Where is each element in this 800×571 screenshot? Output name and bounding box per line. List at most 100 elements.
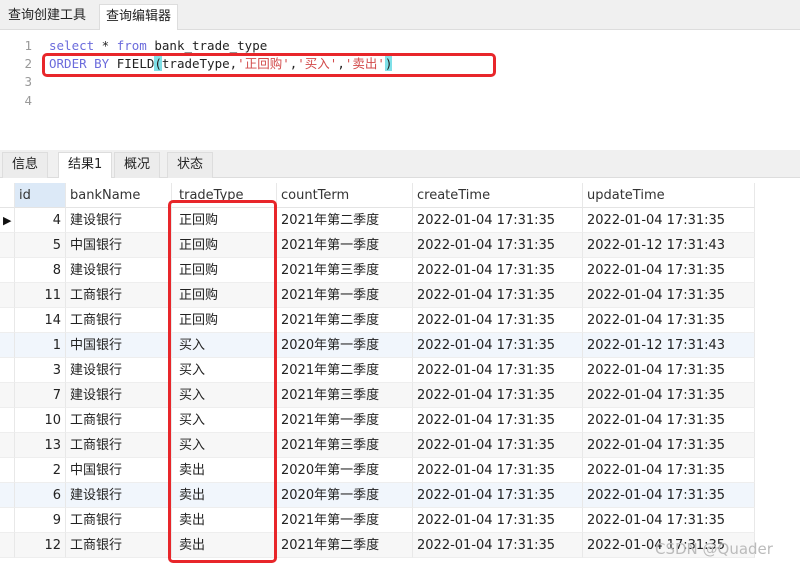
column-header-updatetime[interactable]: updateTime	[583, 183, 755, 208]
cell-countterm[interactable]: 2021年第二季度	[277, 358, 413, 383]
cell-countterm[interactable]: 2021年第一季度	[277, 408, 413, 433]
cell-id[interactable]: 7	[15, 383, 66, 408]
cell-bankname[interactable]: 建设银行	[66, 483, 172, 508]
cell-bankname[interactable]: 中国银行	[66, 333, 172, 358]
cell-createtime[interactable]: 2022-01-04 17:31:35	[413, 408, 583, 433]
tab-profile[interactable]: 概况	[114, 152, 161, 178]
cell-bankname[interactable]: 工商银行	[66, 408, 172, 433]
row-selector[interactable]	[0, 458, 15, 483]
cell-createtime[interactable]: 2022-01-04 17:31:35	[413, 433, 583, 458]
cell-bankname[interactable]: 建设银行	[66, 208, 172, 233]
cell-createtime[interactable]: 2022-01-04 17:31:35	[413, 233, 583, 258]
cell-createtime[interactable]: 2022-01-04 17:31:35	[413, 383, 583, 408]
table-row[interactable]: 14 工商银行 正回购 2021年第二季度 2022-01-04 17:31:35 202…	[0, 308, 755, 333]
table-row[interactable]: ▶ 4 建设银行 正回购 2021年第二季度 2022-01-04 17:31:35 202…	[0, 208, 755, 233]
cell-bankname[interactable]: 建设银行	[66, 358, 172, 383]
table-row[interactable]: 6 建设银行 卖出 2020年第一季度 2022-01-04 17:31:35 2022-…	[0, 483, 755, 508]
cell-createtime[interactable]: 2022-01-04 17:31:35	[413, 308, 583, 333]
cell-createtime[interactable]: 2022-01-04 17:31:35	[413, 258, 583, 283]
cell-bankname[interactable]: 工商银行	[66, 433, 172, 458]
row-selector[interactable]	[0, 408, 15, 433]
cell-id[interactable]: 3	[15, 358, 66, 383]
cell-createtime[interactable]: 2022-01-04 17:31:35	[413, 333, 583, 358]
cell-bankname[interactable]: 中国银行	[66, 233, 172, 258]
table-row[interactable]: 11 工商银行 正回购 2021年第一季度 2022-01-04 17:31:35 202…	[0, 283, 755, 308]
row-selector[interactable]	[0, 358, 15, 383]
table-row[interactable]: 12 工商银行 卖出 2021年第二季度 2022-01-04 17:31:35 2022…	[0, 533, 755, 558]
cell-id[interactable]: 1	[15, 333, 66, 358]
cell-updatetime[interactable]: 2022-01-04 17:31:35	[583, 358, 755, 383]
cell-bankname[interactable]: 工商银行	[66, 308, 172, 333]
row-selector[interactable]	[0, 258, 15, 283]
cell-id[interactable]: 10	[15, 408, 66, 433]
row-selector[interactable]	[0, 233, 15, 258]
cell-id[interactable]: 12	[15, 533, 66, 558]
table-row[interactable]: 5 中国银行 正回购 2021年第一季度 2022-01-04 17:31:35 2022…	[0, 233, 755, 258]
cell-updatetime[interactable]: 2022-01-04 17:31:35	[583, 508, 755, 533]
cell-updatetime[interactable]: 2022-01-12 17:31:43	[583, 333, 755, 358]
table-row[interactable]: 10 工商银行 买入 2021年第一季度 2022-01-04 17:31:35 2022…	[0, 408, 755, 433]
cell-updatetime[interactable]: 2022-01-04 17:31:35	[583, 308, 755, 333]
cell-countterm[interactable]: 2021年第三季度	[277, 383, 413, 408]
cell-id[interactable]: 11	[15, 283, 66, 308]
cell-updatetime[interactable]: 2022-01-04 17:31:35	[583, 283, 755, 308]
cell-id[interactable]: 14	[15, 308, 66, 333]
cell-countterm[interactable]: 2021年第三季度	[277, 258, 413, 283]
row-selector[interactable]	[0, 383, 15, 408]
table-row[interactable]: 3 建设银行 买入 2021年第二季度 2022-01-04 17:31:35 2022-…	[0, 358, 755, 383]
cell-countterm[interactable]: 2021年第二季度	[277, 308, 413, 333]
cell-bankname[interactable]: 建设银行	[66, 383, 172, 408]
row-selector[interactable]	[0, 283, 15, 308]
cell-countterm[interactable]: 2021年第一季度	[277, 283, 413, 308]
cell-id[interactable]: 9	[15, 508, 66, 533]
cell-createtime[interactable]: 2022-01-04 17:31:35	[413, 358, 583, 383]
tab-result1[interactable]: 结果1	[58, 152, 113, 178]
tab-query-builder[interactable]: 查询创建工具	[2, 4, 92, 30]
cell-createtime[interactable]: 2022-01-04 17:31:35	[413, 508, 583, 533]
cell-createtime[interactable]: 2022-01-04 17:31:35	[413, 483, 583, 508]
table-row[interactable]: 7 建设银行 买入 2021年第三季度 2022-01-04 17:31:35 2022-…	[0, 383, 755, 408]
row-selector[interactable]	[0, 483, 15, 508]
table-row[interactable]: 9 工商银行 卖出 2021年第一季度 2022-01-04 17:31:35 2022-…	[0, 508, 755, 533]
sql-editor[interactable]: 1 select * from bank_trade_type 2 ORDER BY…	[0, 30, 800, 148]
cell-countterm[interactable]: 2020年第一季度	[277, 458, 413, 483]
cell-bankname[interactable]: 中国银行	[66, 458, 172, 483]
cell-id[interactable]: 4	[15, 208, 66, 233]
cell-bankname[interactable]: 工商银行	[66, 283, 172, 308]
cell-createtime[interactable]: 2022-01-04 17:31:35	[413, 533, 583, 558]
cell-countterm[interactable]: 2021年第一季度	[277, 508, 413, 533]
row-selector[interactable]	[0, 308, 15, 333]
column-header-id[interactable]: id	[15, 183, 66, 208]
table-row[interactable]: 8 建设银行 正回购 2021年第三季度 2022-01-04 17:31:35 2022…	[0, 258, 755, 283]
cell-id[interactable]: 8	[15, 258, 66, 283]
cell-bankname[interactable]: 工商银行	[66, 508, 172, 533]
column-header-bankname[interactable]: bankName	[66, 183, 172, 208]
table-row[interactable]: 1 中国银行 买入 2020年第一季度 2022-01-04 17:31:35 2022-…	[0, 333, 755, 358]
cell-id[interactable]: 13	[15, 433, 66, 458]
cell-bankname[interactable]: 工商银行	[66, 533, 172, 558]
tab-status[interactable]: 状态	[167, 152, 214, 178]
cell-id[interactable]: 2	[15, 458, 66, 483]
cell-updatetime[interactable]: 2022-01-12 17:31:43	[583, 233, 755, 258]
cell-updatetime[interactable]: 2022-01-04 17:31:35	[583, 483, 755, 508]
cell-createtime[interactable]: 2022-01-04 17:31:35	[413, 458, 583, 483]
table-row[interactable]: 2 中国银行 卖出 2020年第一季度 2022-01-04 17:31:35 2022-…	[0, 458, 755, 483]
cell-countterm[interactable]: 2021年第三季度	[277, 433, 413, 458]
row-selector[interactable]	[0, 433, 15, 458]
cell-id[interactable]: 5	[15, 233, 66, 258]
tab-query-editor[interactable]: 查询编辑器	[99, 4, 179, 30]
cell-bankname[interactable]: 建设银行	[66, 258, 172, 283]
column-header-countterm[interactable]: countTerm	[277, 183, 413, 208]
row-selector[interactable]	[0, 508, 15, 533]
cell-id[interactable]: 6	[15, 483, 66, 508]
cell-updatetime[interactable]: 2022-01-04 17:31:35	[583, 383, 755, 408]
cell-countterm[interactable]: 2020年第一季度	[277, 333, 413, 358]
cell-updatetime[interactable]: 2022-01-04 17:31:35	[583, 258, 755, 283]
cell-createtime[interactable]: 2022-01-04 17:31:35	[413, 208, 583, 233]
cell-countterm[interactable]: 2021年第二季度	[277, 208, 413, 233]
cell-countterm[interactable]: 2020年第一季度	[277, 483, 413, 508]
cell-countterm[interactable]: 2021年第二季度	[277, 533, 413, 558]
row-selector[interactable]	[0, 533, 15, 558]
cell-updatetime[interactable]: 2022-01-04 17:31:35	[583, 458, 755, 483]
cell-countterm[interactable]: 2021年第一季度	[277, 233, 413, 258]
